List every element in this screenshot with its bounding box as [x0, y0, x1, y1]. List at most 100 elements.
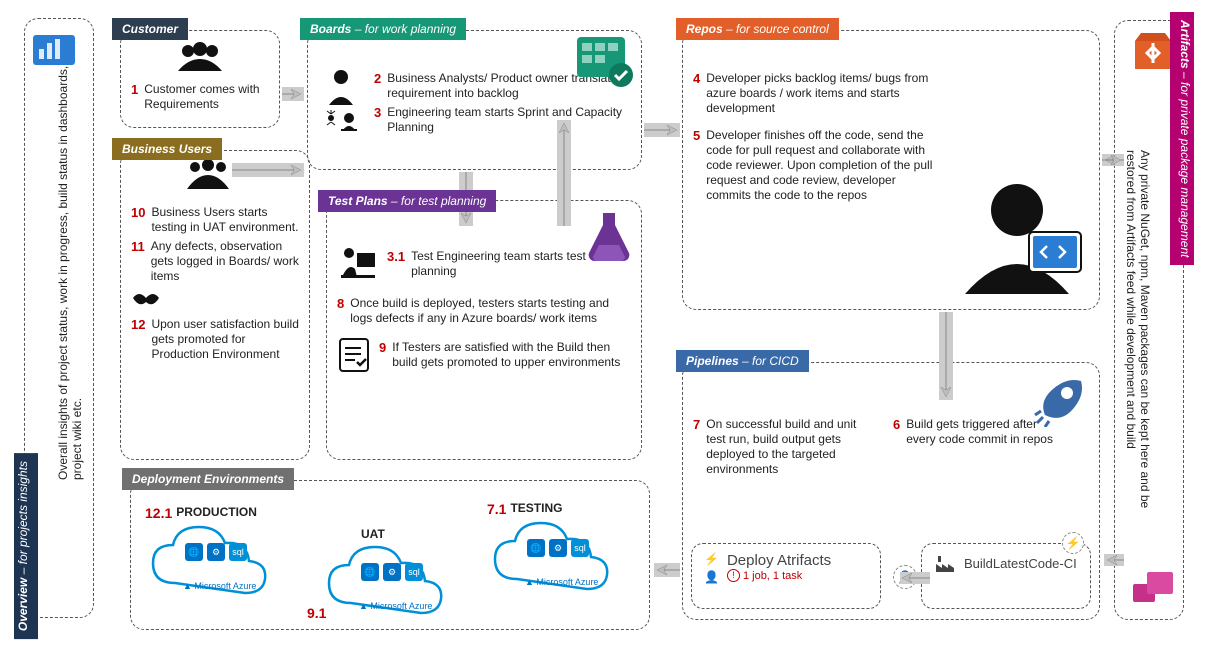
person-badge: 👤 — [893, 565, 917, 589]
cloud-testing: 🌐⚙sql ▲ Microsoft Azure — [487, 517, 627, 597]
step-6-num: 6 — [893, 417, 900, 432]
repos-box: 4 Developer picks backlog items/ bugs fro… — [682, 30, 1100, 310]
test-sub: – for test planning — [391, 194, 486, 208]
prod-num: 12.1 — [145, 505, 172, 521]
customer-title: Customer — [122, 22, 178, 36]
web-icon-3: 🌐 — [527, 539, 545, 557]
step-5-num: 5 — [693, 128, 700, 143]
azure-logo-icon-3: ▲ — [525, 577, 536, 587]
overview-description: Overall insights of project status, work… — [56, 60, 82, 480]
step-12: Upon user satisfaction build gets promot… — [151, 317, 299, 362]
step-8: Once build is deployed, testers starts t… — [350, 296, 631, 326]
test-tag: Test Plans – for test planning — [318, 190, 496, 212]
repos-tag: Repos – for source control — [676, 18, 839, 40]
warning-icon: ! — [727, 569, 740, 582]
artifacts-description: Any private NuGet, npm, Maven packages c… — [1126, 150, 1152, 510]
test-label: TESTING — [510, 501, 562, 515]
uat-label: UAT — [361, 527, 385, 541]
trigger-badge-icon: ⚡ — [1062, 532, 1084, 554]
step-10-num: 10 — [131, 205, 145, 220]
business-title: Business Users — [122, 142, 212, 156]
boards-sub: – for work planning — [355, 22, 456, 36]
step-1-num: 1 — [131, 82, 138, 97]
boards-title: Boards — [310, 22, 351, 36]
build-title: BuildLatestCode-CI — [964, 557, 1077, 571]
step-2-num: 2 — [374, 71, 381, 86]
step-7-num: 7 — [693, 417, 700, 432]
repos-sub: – for source control — [726, 22, 829, 36]
customer-box: 1 Customer comes with Requirements — [120, 30, 280, 128]
analyst-icon — [321, 67, 361, 110]
overview-sub: – for projects insights — [16, 461, 30, 574]
step-4: Developer picks backlog items/ bugs from… — [706, 71, 943, 116]
azure-logo-icon-2: ▲ — [359, 601, 370, 611]
boards-tag: Boards – for work planning — [300, 18, 466, 40]
step-3: Engineering team starts Sprint and Capac… — [387, 105, 631, 135]
step-1: Customer comes with Requirements — [144, 82, 269, 112]
deploy-title: Deploy Atrifacts — [727, 552, 831, 569]
step-4-num: 4 — [693, 71, 700, 86]
customer-people-icon — [172, 41, 228, 78]
business-people-icon — [181, 157, 235, 196]
uat-num: 9.1 — [307, 605, 326, 621]
person-icon: 👤 — [704, 570, 719, 584]
repos-title: Repos — [686, 22, 723, 36]
step-11: Any defects, observation gets logged in … — [151, 239, 299, 284]
customer-tag: Customer — [112, 18, 188, 40]
test-title: Test Plans — [328, 194, 388, 208]
cloud-uat: 🌐⚙sql ▲ Microsoft Azure — [321, 541, 461, 621]
person-arrow-icon: 👤 — [893, 565, 917, 589]
overview-tag: Overview – for projects insights — [14, 453, 38, 639]
overview-title: Overview — [16, 578, 30, 631]
deploy-box: 12.1 PRODUCTION 🌐⚙sql ▲ Microsoft Azure … — [130, 480, 650, 630]
factory-icon — [934, 552, 958, 577]
web-icon-2: 🌐 — [361, 563, 379, 581]
test-box: 3.1Test Engineering team starts test pla… — [326, 200, 642, 460]
sql-icon-2: sql — [405, 563, 423, 581]
deploy-title-tag: Deployment Environments — [132, 472, 284, 486]
prod-label: PRODUCTION — [176, 505, 257, 519]
artifacts-icon-bottom — [1129, 566, 1177, 609]
deploy-tag: Deployment Environments — [122, 468, 294, 490]
pipelines-box: 7 On successful build and unit test run, … — [682, 362, 1100, 620]
pipelines-sub: – for CICD — [742, 354, 799, 368]
azure-label-1: Microsoft Azure — [194, 581, 256, 591]
azure-logo-icon: ▲ — [183, 581, 194, 591]
step-7: On successful build and unit test run, b… — [706, 417, 863, 477]
business-box: 10 Business Users starts testing in UAT e… — [120, 150, 310, 460]
artifacts-sub: – for private package management — [1178, 72, 1192, 257]
step-11-num: 11 — [131, 239, 145, 254]
step-3-num: 3 — [374, 105, 381, 120]
pipelines-tag: Pipelines – for CICD — [676, 350, 809, 372]
boards-icon — [577, 37, 635, 92]
deploy-artifacts-card: ⚡ 👤 Deploy Atrifacts ! 1 job, 1 task — [691, 543, 881, 609]
planning-icon — [321, 110, 361, 137]
test-num: 7.1 — [487, 501, 506, 517]
azure-label-2: Microsoft Azure — [370, 601, 432, 611]
deploy-sub: 1 job, 1 task — [743, 570, 802, 582]
step-9: If Testers are satisfied with the Build … — [392, 340, 631, 370]
checklist-icon — [337, 336, 371, 377]
boards-box: 2Business Analysts/ Product owner transl… — [307, 30, 642, 170]
api-icon-3: ⚙ — [549, 539, 567, 557]
step-9-num: 9 — [379, 340, 386, 355]
step-31-num: 3.1 — [387, 249, 405, 264]
pipelines-title: Pipelines — [686, 354, 739, 368]
sql-icon: sql — [229, 543, 247, 561]
rocket-icon — [1033, 371, 1089, 430]
step-10: Business Users starts testing in UAT env… — [151, 205, 299, 235]
api-icon-2: ⚙ — [383, 563, 401, 581]
artifacts-title: Artifacts — [1178, 20, 1192, 69]
artifacts-tag: Artifacts – for private package manageme… — [1170, 12, 1194, 265]
business-tag: Business Users — [112, 138, 222, 160]
azure-label-3: Microsoft Azure — [536, 577, 598, 587]
step-8-num: 8 — [337, 296, 344, 311]
build-card: ⚡ BuildLatestCode-CI — [921, 543, 1091, 609]
handshake-icon — [131, 288, 161, 313]
cloud-production: 🌐⚙sql ▲ Microsoft Azure — [145, 521, 285, 601]
tester-icon — [337, 245, 379, 286]
lightning-icon: ⚡ — [704, 552, 719, 566]
flask-icon — [585, 209, 633, 266]
step-12-num: 12 — [131, 317, 145, 332]
sql-icon-3: sql — [571, 539, 589, 557]
